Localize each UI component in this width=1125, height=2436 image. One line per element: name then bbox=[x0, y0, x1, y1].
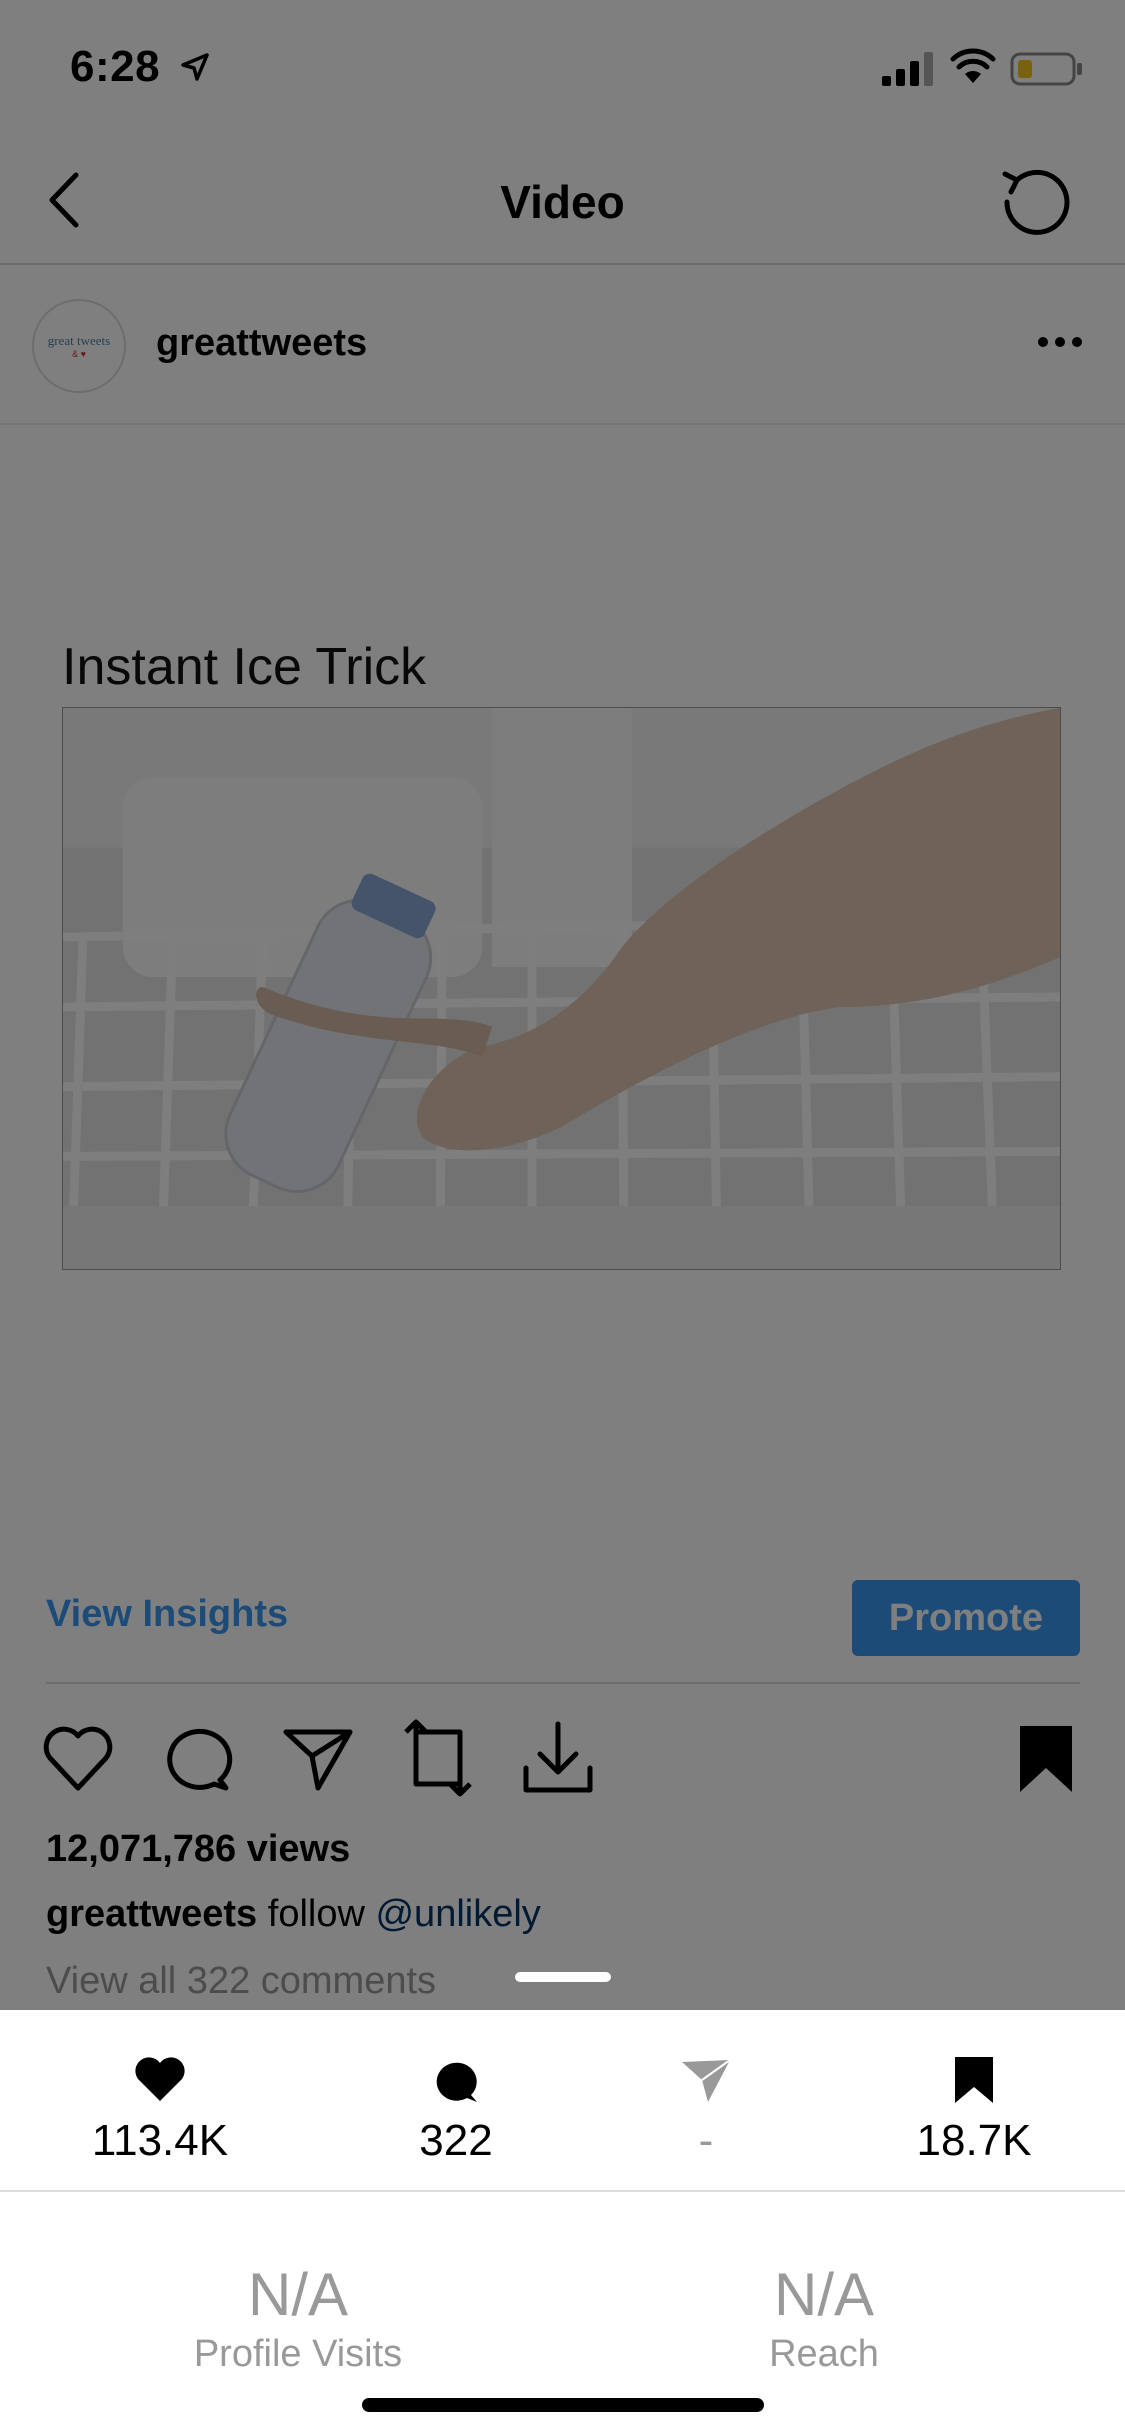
post-header: great tweets & ♥ greattweets bbox=[0, 267, 1125, 425]
status-bar: 6:28 bbox=[0, 0, 1125, 135]
share-icon[interactable] bbox=[278, 1718, 358, 1798]
caption-mention[interactable]: @unlikely bbox=[375, 1893, 540, 1935]
signal-icon bbox=[882, 52, 933, 86]
comment-icon bbox=[436, 2062, 477, 2102]
divider bbox=[0, 2190, 1125, 2192]
video-thumbnail[interactable] bbox=[62, 707, 1061, 1270]
heart-icon bbox=[135, 2057, 185, 2101]
wifi-icon bbox=[950, 48, 996, 83]
location-arrow-icon bbox=[181, 53, 209, 81]
bookmark-icon bbox=[955, 2057, 993, 2103]
caption-username[interactable]: greattweets bbox=[46, 1893, 257, 1935]
view-insights-link[interactable]: View Insights bbox=[46, 1593, 288, 1636]
metric-value: N/A bbox=[773, 2261, 875, 2328]
post-view: 6:28 Video great tweets & ♥ greattweets … bbox=[0, 0, 1125, 2010]
bookmark-icon[interactable] bbox=[1006, 1718, 1086, 1798]
promote-button[interactable]: Promote bbox=[852, 1580, 1080, 1656]
stat-value: - bbox=[698, 2116, 714, 2165]
video-caption: Instant Ice Trick bbox=[62, 638, 427, 696]
post-media[interactable]: Instant Ice Trick bbox=[0, 427, 1125, 1557]
insights-sheet: 113.4K 322 - 18.7K N/A Profile Visits N/… bbox=[0, 2010, 1125, 2436]
view-comments-link[interactable]: View all 322 comments bbox=[46, 1960, 436, 2003]
metric-reach: N/A Reach bbox=[674, 2260, 974, 2376]
post-caption: greattweets follow @unlikely bbox=[46, 1893, 541, 1936]
avatar-logo-text: great tweets bbox=[47, 333, 111, 348]
metric-label: Profile Visits bbox=[193, 2333, 403, 2375]
stat-comments: 322 bbox=[346, 2050, 566, 2166]
views-count: 12,071,786 views bbox=[46, 1828, 351, 1870]
more-options-icon[interactable] bbox=[1035, 332, 1085, 352]
repost-icon[interactable] bbox=[398, 1718, 478, 1798]
share-icon bbox=[682, 2059, 731, 2102]
divider bbox=[46, 1682, 1080, 1684]
avatar-logo-sub: & ♥ bbox=[72, 349, 86, 359]
page-title: Video bbox=[500, 176, 625, 228]
username[interactable]: greattweets bbox=[156, 322, 367, 365]
download-icon[interactable] bbox=[518, 1718, 598, 1798]
caption-text: follow bbox=[267, 1893, 365, 1935]
sheet-drag-handle[interactable] bbox=[515, 1972, 611, 1982]
stat-saves: 18.7K bbox=[864, 2050, 1084, 2166]
stat-value: 18.7K bbox=[916, 2116, 1032, 2165]
stat-likes: 113.4K bbox=[50, 2050, 270, 2166]
heart-icon[interactable] bbox=[38, 1718, 118, 1798]
stat-value: 322 bbox=[419, 2116, 493, 2165]
home-indicator[interactable] bbox=[362, 2398, 764, 2412]
metric-profile-visits: N/A Profile Visits bbox=[148, 2260, 448, 2376]
battery-icon bbox=[1010, 52, 1082, 86]
refresh-icon[interactable] bbox=[995, 160, 1075, 240]
stat-shares: - bbox=[596, 2050, 816, 2166]
metric-label: Reach bbox=[769, 2333, 879, 2375]
nav-bar: Video bbox=[0, 135, 1125, 265]
stat-value: 113.4K bbox=[91, 2116, 229, 2165]
metric-value: N/A bbox=[247, 2261, 349, 2328]
avatar[interactable]: great tweets & ♥ bbox=[32, 299, 126, 393]
status-time: 6:28 bbox=[70, 42, 161, 91]
comment-icon[interactable] bbox=[158, 1718, 238, 1798]
